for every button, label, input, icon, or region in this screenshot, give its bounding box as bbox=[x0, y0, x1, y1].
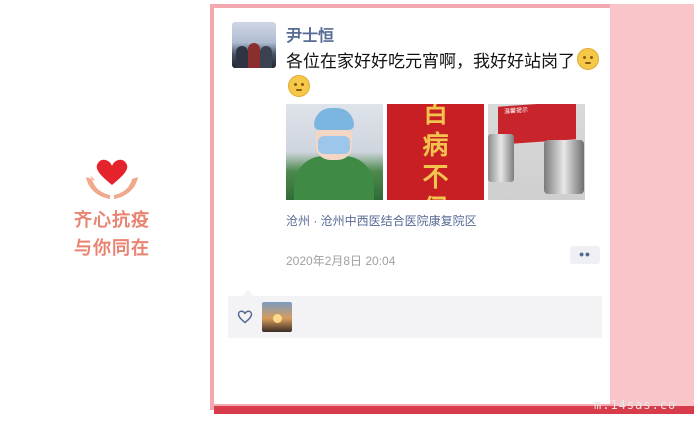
post-text-body: 各位在家好好吃元宵啊，我好好站岗了 bbox=[286, 52, 575, 71]
likes-panel bbox=[228, 290, 602, 338]
more-options-button[interactable]: •• bbox=[570, 246, 600, 264]
smile-emoji-icon bbox=[577, 48, 599, 70]
heart-outline-icon bbox=[237, 310, 253, 324]
post-username[interactable]: 尹士恒 bbox=[286, 22, 334, 46]
moments-post-card: 尹士恒 各位在家好好吃元宵啊，我好好站岗了 百 病 不 侵 温馨提示 沧州 · … bbox=[214, 8, 610, 404]
smile-emoji-icon bbox=[288, 75, 310, 97]
post-timestamp: 2020年2月8日 20:04 bbox=[286, 254, 396, 268]
liker-avatar[interactable] bbox=[262, 302, 292, 332]
campaign-badge: 齐心抗疫 与你同在 bbox=[62, 155, 162, 263]
site-watermark: m.14sas.co bbox=[594, 398, 677, 412]
badge-line-2: 与你同在 bbox=[74, 238, 150, 259]
doctor-photo[interactable] bbox=[286, 104, 383, 200]
post-photo-grid: 百 病 不 侵 温馨提示 bbox=[286, 104, 586, 200]
red-calligraphy-photo[interactable]: 百 病 不 侵 bbox=[387, 104, 484, 200]
user-avatar[interactable] bbox=[232, 22, 276, 68]
photo-sign-text: 温馨提示 bbox=[504, 107, 529, 116]
canisters-photo[interactable]: 温馨提示 bbox=[488, 104, 585, 200]
heart-hands-icon bbox=[82, 155, 142, 207]
frame-background bbox=[610, 4, 694, 410]
post-location[interactable]: 沧州 · 沧州中西医结合医院康复院区 bbox=[286, 212, 477, 229]
badge-line-1: 齐心抗疫 bbox=[74, 210, 150, 231]
post-text: 各位在家好好吃元宵啊，我好好站岗了 bbox=[286, 48, 604, 102]
calligraphy-text: 百 病 不 侵 bbox=[422, 104, 449, 200]
